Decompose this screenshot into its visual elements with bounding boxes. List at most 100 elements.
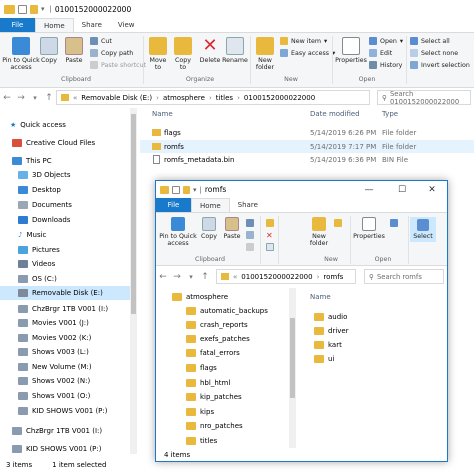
- move-to-button[interactable]: [266, 219, 274, 227]
- tab-share[interactable]: Share: [74, 18, 110, 32]
- new-folder-icon[interactable]: [30, 4, 38, 14]
- delete-button[interactable]: ✕ Delete: [198, 37, 222, 65]
- child-search-box[interactable]: ⚲ Search romfs: [364, 269, 444, 284]
- tab-view[interactable]: View: [110, 18, 143, 32]
- file-row[interactable]: romfs 5/14/2019 7:17 PM File folder: [140, 140, 474, 153]
- tree-item[interactable]: automatic_backups: [186, 304, 268, 318]
- new-folder-icon[interactable]: [183, 185, 190, 194]
- column-header-name[interactable]: Name: [152, 110, 173, 118]
- column-header-date[interactable]: Date modified: [310, 110, 360, 118]
- child-address-box[interactable]: « 0100152000022000 › romfs: [216, 269, 356, 284]
- tree-item[interactable]: hbl_html: [186, 376, 230, 390]
- breadcrumb-item[interactable]: 0100152000022000: [244, 94, 315, 102]
- cut-button[interactable]: Cut: [90, 37, 112, 45]
- copy-button[interactable]: Copy: [200, 217, 218, 240]
- copy-path-button[interactable]: [246, 231, 254, 239]
- select-none-button[interactable]: Select none: [410, 49, 458, 57]
- nav-scrollbar[interactable]: [130, 108, 137, 454]
- nav-item-drive-i-root[interactable]: ChzBrgr 1TB V001 (I:): [0, 424, 102, 438]
- open-button[interactable]: Open ▾: [369, 37, 403, 45]
- nav-item-drive-m[interactable]: New Volume (M:): [0, 360, 92, 374]
- select-button[interactable]: Select: [410, 217, 436, 242]
- copy-path-button[interactable]: Copy path: [90, 49, 133, 57]
- tree-item[interactable]: titles: [186, 434, 217, 448]
- close-icon[interactable]: ✕: [418, 181, 446, 199]
- paste-shortcut-button[interactable]: [246, 243, 254, 251]
- history-button[interactable]: History: [369, 61, 402, 69]
- up-arrow-icon[interactable]: ↑: [198, 272, 212, 282]
- column-header-name[interactable]: Name: [310, 293, 331, 301]
- nav-item-drive-p-root[interactable]: KID SHOWS V001 (P:): [0, 442, 102, 456]
- new-folder-button[interactable]: New folder: [253, 37, 277, 71]
- nav-item-quick-access[interactable]: ★ Quick access: [0, 118, 66, 132]
- column-header-type[interactable]: Type: [382, 110, 398, 118]
- tree-item[interactable]: flags: [186, 361, 217, 375]
- tab-file[interactable]: File: [0, 18, 35, 32]
- tree-item[interactable]: kip_patches: [186, 390, 242, 404]
- file-row[interactable]: romfs_metadata.bin 5/14/2019 6:36 PM BIN…: [140, 153, 474, 166]
- up-arrow-icon[interactable]: ↑: [42, 93, 56, 103]
- pin-quick-access-button[interactable]: Pin to Quick access: [2, 37, 40, 71]
- nav-item-drive-l[interactable]: Shows V003 (L:): [0, 345, 89, 359]
- select-all-button[interactable]: Select all: [410, 37, 450, 45]
- breadcrumb-item[interactable]: romfs: [323, 273, 343, 281]
- forward-arrow-icon[interactable]: →: [170, 272, 184, 282]
- paste-shortcut-button[interactable]: Paste shortcut: [90, 61, 146, 69]
- edit-button[interactable]: Edit: [369, 49, 392, 57]
- nav-item-drive-p[interactable]: KID SHOWS V001 (P:): [0, 404, 108, 418]
- breadcrumb-item[interactable]: Removable Disk (E:): [81, 94, 152, 102]
- nav-item-desktop[interactable]: Desktop: [0, 183, 61, 197]
- nav-item-documents[interactable]: Documents: [0, 198, 72, 212]
- folder-row[interactable]: kart: [314, 338, 342, 351]
- chevron-down-icon[interactable]: ▾: [184, 273, 198, 281]
- paste-button[interactable]: Paste: [64, 37, 84, 64]
- breadcrumb-item[interactable]: titles: [216, 94, 233, 102]
- nav-item-videos[interactable]: Videos: [0, 257, 55, 271]
- invert-selection-button[interactable]: Invert selection: [410, 61, 470, 69]
- nav-item-drive-j[interactable]: Movies V001 (J:): [0, 316, 89, 330]
- tab-home[interactable]: Home: [35, 18, 74, 32]
- nav-item-3d-objects[interactable]: 3D Objects: [0, 168, 71, 182]
- nav-item-creative-cloud[interactable]: Creative Cloud Files: [0, 136, 95, 150]
- delete-button[interactable]: ✕: [266, 231, 273, 240]
- rename-button[interactable]: Rename: [222, 37, 248, 64]
- nav-item-pictures[interactable]: Pictures: [0, 243, 60, 257]
- cut-button[interactable]: [246, 219, 254, 227]
- address-box[interactable]: « Removable Disk (E:) › atmosphere › tit…: [56, 90, 370, 105]
- move-to-button[interactable]: Move to: [147, 37, 169, 71]
- chevron-down-icon[interactable]: ▾: [193, 186, 197, 194]
- folder-row[interactable]: audio: [314, 310, 347, 323]
- back-arrow-icon[interactable]: ←: [156, 272, 170, 282]
- file-row[interactable]: flags 5/14/2019 6:26 PM File folder: [140, 126, 474, 139]
- new-folder-button[interactable]: New folder: [306, 217, 332, 247]
- rename-button[interactable]: [266, 243, 274, 251]
- maximize-icon[interactable]: ☐: [388, 181, 416, 199]
- nav-item-drive-i[interactable]: ChzBrgr 1TB V001 (I:): [0, 302, 108, 316]
- minimize-icon[interactable]: —: [355, 181, 383, 199]
- pin-quick-access-button[interactable]: Pin to Quick access: [158, 217, 198, 247]
- nav-item-this-pc[interactable]: This PC: [0, 154, 52, 168]
- tree-item-atmosphere[interactable]: atmosphere: [172, 290, 228, 304]
- tree-item[interactable]: crash_reports: [186, 318, 248, 332]
- scrollbar-thumb[interactable]: [131, 114, 136, 314]
- properties-button[interactable]: Properties: [352, 217, 386, 240]
- new-item-button[interactable]: [334, 219, 342, 227]
- breadcrumb-item[interactable]: 0100152000022000: [241, 273, 312, 281]
- paste-button[interactable]: Paste: [222, 217, 242, 240]
- tree-item[interactable]: fatal_errors: [186, 346, 240, 360]
- scrollbar-thumb[interactable]: [290, 318, 295, 398]
- tree-item[interactable]: nro_patches: [186, 419, 243, 433]
- properties-button[interactable]: Properties: [334, 37, 368, 64]
- folder-row[interactable]: ui: [314, 352, 334, 365]
- chevron-down-icon[interactable]: ▾: [28, 94, 42, 102]
- nav-item-os-c[interactable]: OS (C:): [0, 272, 57, 286]
- properties-icon[interactable]: [172, 185, 180, 194]
- nav-item-downloads[interactable]: Downloads: [0, 213, 70, 227]
- copy-button[interactable]: Copy: [40, 37, 58, 64]
- tree-item[interactable]: kips: [186, 405, 214, 419]
- back-arrow-icon[interactable]: ←: [0, 93, 14, 103]
- search-box[interactable]: ⚲ Search 0100152000022000: [377, 90, 471, 106]
- properties-icon[interactable]: [18, 4, 27, 14]
- nav-item-music[interactable]: ♪ Music: [0, 228, 46, 242]
- tab-share[interactable]: Share: [230, 198, 266, 212]
